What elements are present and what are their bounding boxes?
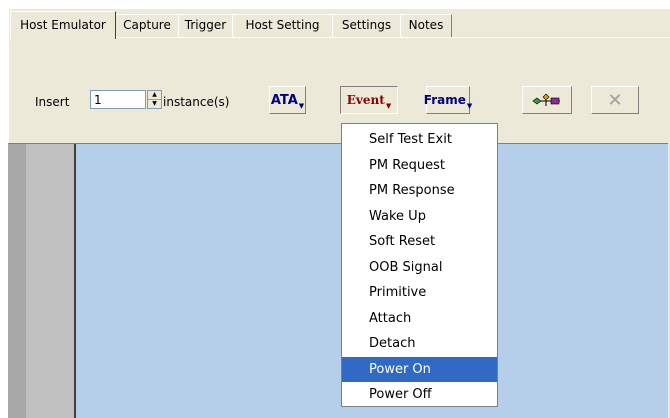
ata-button-label: ATA — [270, 92, 298, 108]
workspace — [8, 143, 668, 418]
tab-trigger[interactable]: Trigger — [178, 14, 233, 37]
tab-notes[interactable]: Notes — [400, 14, 452, 37]
ata-dropdown-arrow-icon: ▼ — [298, 102, 305, 110]
instances-label: instance(s) — [163, 95, 230, 109]
delete-x-icon: ✕ — [607, 89, 623, 111]
menu-item-oob-signal[interactable]: OOB Signal — [342, 255, 497, 281]
insert-count-input[interactable] — [90, 90, 146, 109]
tab-capture[interactable]: Capture — [115, 14, 179, 37]
tab-host-setting[interactable]: Host Setting — [232, 14, 333, 37]
delete-button[interactable]: ✕ — [591, 86, 639, 114]
menu-item-pm-request[interactable]: PM Request — [342, 153, 497, 179]
menu-item-pm-response[interactable]: PM Response — [342, 178, 497, 204]
menu-item-power-off[interactable]: Power Off — [342, 382, 497, 408]
frame-button-label: Frame — [423, 93, 466, 107]
spinner-up-icon[interactable]: ▲ — [148, 91, 161, 100]
menu-item-wake-up[interactable]: Wake Up — [342, 204, 497, 230]
frame-button[interactable]: Frame ▼ — [423, 86, 473, 114]
menu-item-attach[interactable]: Attach — [342, 306, 497, 332]
menu-item-primitive[interactable]: Primitive — [342, 280, 497, 306]
tab-settings[interactable]: Settings — [332, 14, 401, 37]
event-dropdown-menu: Self Test Exit PM Request PM Response Wa… — [341, 123, 498, 407]
link-button[interactable] — [522, 86, 572, 114]
insert-label: Insert — [35, 95, 70, 109]
tab-host-emulator[interactable]: Host Emulator — [10, 11, 116, 39]
menu-item-soft-reset[interactable]: Soft Reset — [342, 229, 497, 255]
left-gutter — [8, 144, 26, 418]
menu-item-detach[interactable]: Detach — [342, 331, 497, 357]
event-dropdown-arrow-icon: ▼ — [385, 102, 392, 110]
frame-dropdown-arrow-icon: ▼ — [466, 102, 473, 110]
event-button-label: Event — [346, 93, 385, 107]
spinner-down-icon[interactable]: ▼ — [148, 100, 161, 108]
row-header-gutter — [26, 144, 76, 418]
menu-item-self-test-exit[interactable]: Self Test Exit — [342, 127, 497, 153]
link-nodes-icon — [532, 93, 560, 106]
ata-button[interactable]: ATA ▼ — [269, 86, 306, 114]
insert-count-spinner[interactable]: ▲ ▼ — [147, 90, 162, 109]
event-button[interactable]: Event ▼ — [340, 86, 398, 114]
menu-item-power-on[interactable]: Power On — [342, 356, 497, 382]
